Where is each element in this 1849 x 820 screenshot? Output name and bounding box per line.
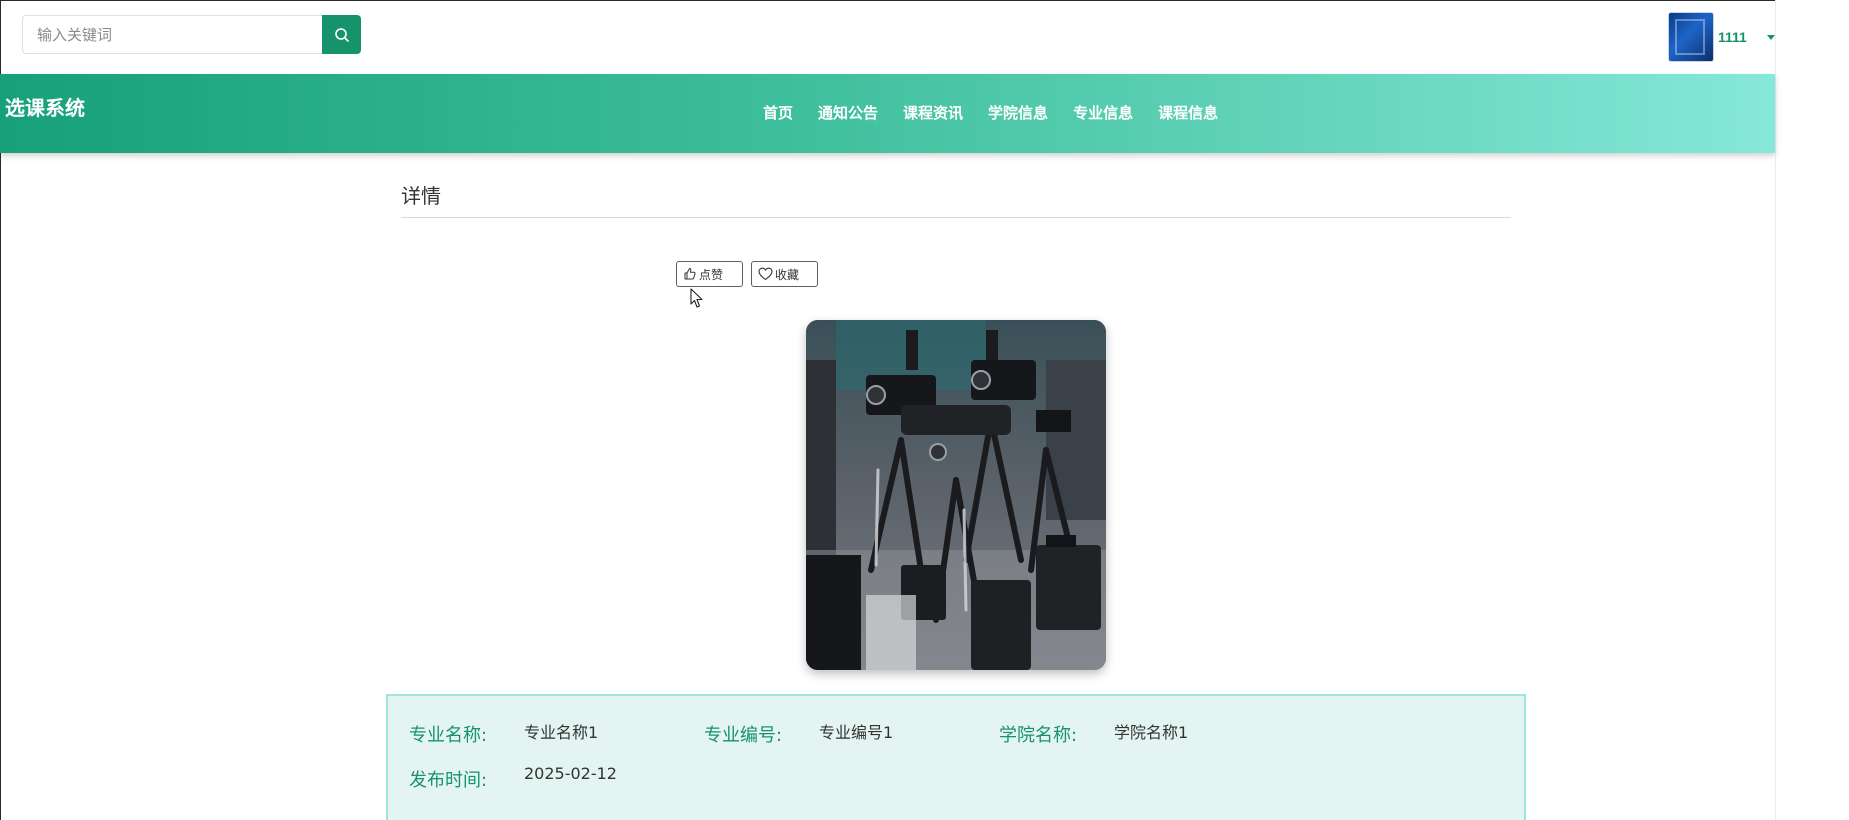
heart-icon [758,267,773,281]
favorite-label: 收藏 [775,267,800,282]
college-name-label: 学院名称: [999,725,1078,746]
nav-item-majors[interactable]: 专业信息 [1073,102,1133,123]
caret-down-icon[interactable] [1766,34,1775,40]
nav-item-notices[interactable]: 通知公告 [818,102,878,123]
major-code-label: 专业编号: [704,725,783,746]
major-name-value: 专业名称1 [524,723,599,742]
navbar: 选课系统 首页 通知公告 课程资讯 学院信息 专业信息 课程信息 [0,74,1775,153]
title-divider [401,217,1511,218]
page-title: 详情 [401,184,441,208]
search-button[interactable] [322,15,361,54]
college-name-value: 学院名称1 [1114,723,1189,742]
page: 1111 选课系统 首页 通知公告 课程资讯 学院信息 专业信息 课程信息 详情… [0,0,1849,820]
camera-equipment-illustration [806,320,1106,670]
nav-item-home[interactable]: 首页 [763,102,793,123]
like-button[interactable]: 点赞 [676,261,743,287]
major-code-value: 专业编号1 [819,723,894,742]
mouse-cursor-icon [690,288,703,308]
major-name-label: 专业名称: [409,725,488,746]
like-label: 点赞 [699,267,724,282]
nav-item-courses[interactable]: 课程信息 [1158,102,1218,123]
user-menu[interactable]: 1111 [1668,12,1775,62]
thumbs-up-icon [684,268,696,280]
scrollbar-track[interactable] [1775,0,1849,820]
search-input[interactable] [22,15,322,54]
nav-item-course-news[interactable]: 课程资讯 [903,102,963,123]
detail-photo [806,320,1106,670]
user-name[interactable]: 1111 [1718,29,1747,45]
publish-time-label: 发布时间: [409,770,488,791]
brand-title[interactable]: 选课系统 [5,92,85,121]
nav-menu: 首页 通知公告 课程资讯 学院信息 专业信息 课程信息 [763,102,1243,123]
favorite-button[interactable]: 收藏 [751,261,818,287]
info-panel: 专业名称: 专业名称1 专业编号: 专业编号1 学院名称: 学院名称1 发布时间… [386,694,1526,820]
search-icon [334,27,349,42]
nav-item-colleges[interactable]: 学院信息 [988,102,1048,123]
window-border-top [0,0,1849,1]
avatar[interactable] [1668,12,1714,62]
publish-time-value: 2025-02-12 [524,764,617,783]
